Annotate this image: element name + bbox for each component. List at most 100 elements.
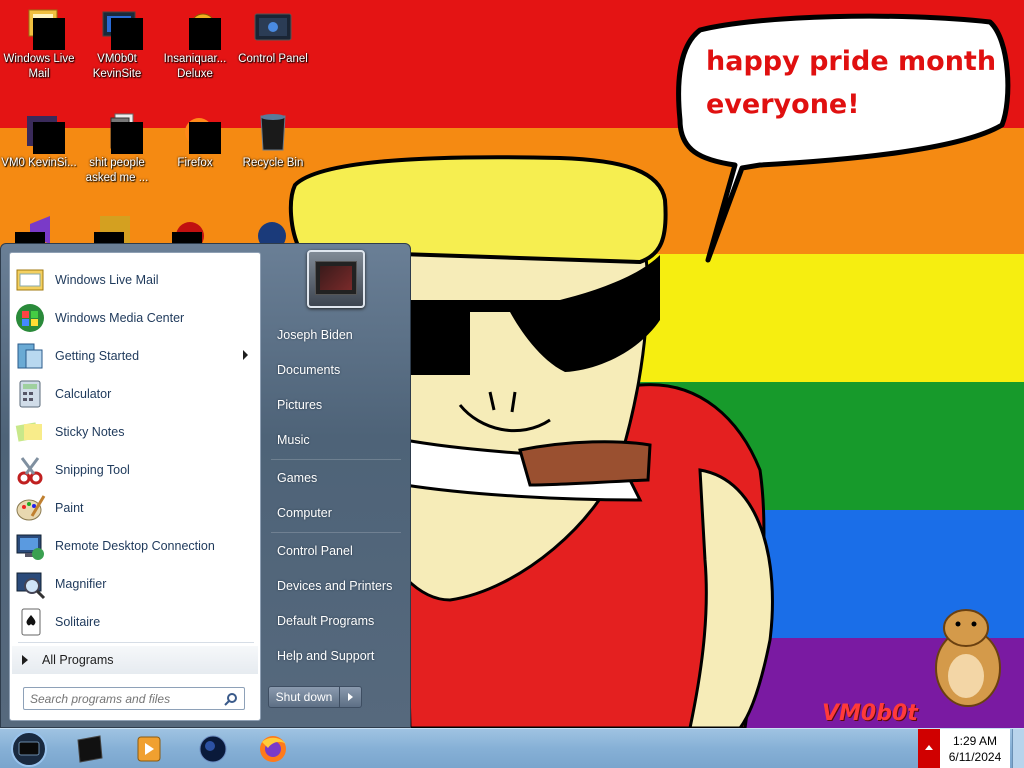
program-solitaire[interactable]: Solitaire [12, 604, 258, 640]
media-center-icon [16, 304, 44, 332]
paint-icon [16, 495, 46, 521]
link-computer[interactable]: Computer [266, 498, 406, 528]
firefox-icon [175, 112, 221, 154]
search-icon[interactable] [224, 692, 238, 706]
links-separator [271, 532, 401, 533]
link-devices-and-printers[interactable]: Devices and Printers [266, 571, 406, 601]
desktop-icon-document[interactable]: shit people asked me ... [78, 112, 156, 186]
monitor-icon [97, 8, 143, 50]
program-label: Remote Desktop Connection [55, 539, 215, 553]
start-menu-programs-pane: Windows Live Mail Windows Media Center G… [9, 252, 261, 721]
program-label: Paint [55, 501, 84, 515]
clock-time: 1:29 AM [952, 734, 998, 748]
program-label: Getting Started [55, 349, 140, 363]
desktop-icon-label: Insaniquar... Deluxe [163, 53, 227, 80]
program-label: Magnifier [55, 577, 107, 591]
all-programs-button[interactable]: All Programs [12, 646, 258, 674]
solitaire-icon [21, 608, 41, 636]
link-default-programs[interactable]: Default Programs [266, 606, 406, 636]
desktop-icon-label: shit people asked me ... [85, 157, 149, 184]
shutdown-group: Shut down [268, 686, 362, 708]
programs-separator [18, 642, 254, 643]
user-picture[interactable] [307, 250, 365, 308]
globe-icon [199, 735, 227, 763]
start-search-input[interactable] [24, 688, 214, 709]
start-search-box[interactable] [23, 687, 245, 710]
program-label: Windows Media Center [55, 311, 185, 325]
program-calculator[interactable]: Calculator [12, 376, 258, 412]
magnifier-icon [16, 572, 46, 600]
clock[interactable]: 1:29 AM 6/11/2024 [940, 729, 1010, 768]
vm-icon [77, 735, 103, 763]
desktop-icon-label: VM0b0t KevinSite [92, 53, 142, 80]
desktop-icons-row-3 [15, 216, 286, 244]
link-control-panel[interactable]: Control Panel [266, 536, 406, 566]
shutdown-button[interactable]: Shut down [268, 686, 340, 708]
desktop-icon-vm0b0t-kevinsite[interactable]: VM0b0t KevinSite [78, 8, 156, 82]
program-label: Windows Live Mail [55, 273, 159, 287]
windows-live-mail-icon [19, 8, 65, 50]
desktop-icon-label: VM0 KevinSi... [1, 157, 77, 169]
link-user-folder[interactable]: Joseph Biden [266, 320, 406, 350]
desktop-icon-insaniquarium[interactable]: Insaniquar... Deluxe [156, 8, 234, 82]
bonzi-icon [175, 8, 221, 50]
desktop-icon-label: Firefox [177, 157, 213, 169]
getting-started-icon [17, 343, 43, 369]
link-pictures[interactable]: Pictures [266, 390, 406, 420]
speech-line-1: happy pride month [706, 46, 997, 77]
clock-date: 6/11/2024 [948, 750, 1002, 764]
firefox-icon [260, 736, 286, 762]
speech-line-2: everyone! [706, 89, 860, 120]
program-label: Calculator [55, 387, 112, 401]
desktop-icon-label: Control Panel [238, 53, 308, 65]
program-label: Solitaire [55, 615, 101, 629]
program-paint[interactable]: Paint [12, 490, 258, 526]
program-windows-media-center[interactable]: Windows Media Center [12, 300, 258, 336]
control-panel-icon [253, 8, 293, 48]
all-programs-label: All Programs [42, 653, 114, 667]
start-button[interactable] [6, 730, 52, 768]
desktop-icon-firefox[interactable]: Firefox [156, 112, 234, 171]
program-remote-desktop[interactable]: Remote Desktop Connection [12, 528, 258, 564]
link-music[interactable]: Music [266, 425, 406, 455]
recycle-bin-icon [253, 112, 293, 152]
taskbar-item-firefox[interactable] [244, 731, 302, 767]
document-icon [97, 112, 143, 154]
taskbar: 1:29 AM 6/11/2024 [0, 728, 1024, 768]
all-programs-arrow-icon [22, 655, 28, 665]
link-games[interactable]: Games [266, 463, 406, 493]
desktop-icon-windows-live-mail[interactable]: Windows Live Mail [0, 8, 78, 82]
mail-icon [16, 269, 44, 291]
program-getting-started[interactable]: Getting Started [12, 338, 258, 374]
link-documents[interactable]: Documents [266, 355, 406, 385]
desktop-icon-control-panel[interactable]: Control Panel [234, 8, 312, 67]
show-hidden-icons-button[interactable] [918, 729, 940, 768]
program-snipping-tool[interactable]: Snipping Tool [12, 452, 258, 488]
program-windows-live-mail[interactable]: Windows Live Mail [12, 262, 258, 298]
sticky-notes-icon [15, 422, 42, 442]
watermark-text: VM0b0t [822, 701, 918, 726]
shutdown-options-button[interactable] [340, 686, 362, 708]
remote-desktop-icon [16, 534, 44, 560]
scissors-icon [17, 457, 43, 485]
taskbar-item-globe[interactable] [184, 731, 242, 767]
program-sticky-notes[interactable]: Sticky Notes [12, 414, 258, 450]
calculator-icon [19, 380, 41, 408]
program-magnifier[interactable]: Magnifier [12, 566, 258, 602]
desktop-icon-label: Recycle Bin [242, 157, 304, 169]
program-label: Sticky Notes [55, 425, 125, 439]
desktop-icon-vm0-kevinsite[interactable]: VM0 KevinSi... [0, 112, 78, 171]
start-menu: Windows Live Mail Windows Media Center G… [0, 243, 411, 728]
links-separator [271, 459, 401, 460]
speech-bubble-text: happy pride month everyone! [706, 40, 1006, 126]
desktop-icon-label: Windows Live Mail [3, 53, 75, 80]
show-desktop-button[interactable] [1012, 729, 1024, 768]
taskbar-item-vm[interactable] [60, 731, 118, 767]
link-help-and-support[interactable]: Help and Support [266, 641, 406, 671]
taskbar-item-media-player[interactable] [120, 731, 178, 767]
vm-icon [19, 112, 65, 154]
desktop-icon-recycle-bin[interactable]: Recycle Bin [234, 112, 312, 171]
media-player-icon [137, 736, 161, 762]
program-label: Snipping Tool [55, 463, 130, 477]
start-orb-icon [11, 731, 47, 767]
